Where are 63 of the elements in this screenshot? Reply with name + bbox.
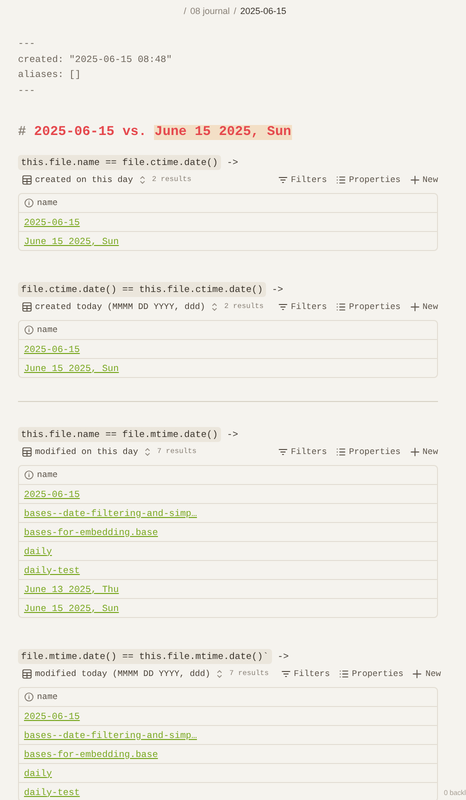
arrow-text: -> bbox=[226, 428, 238, 440]
info-icon bbox=[24, 692, 34, 702]
plus-icon bbox=[410, 175, 420, 185]
view-selector[interactable]: created on this day bbox=[35, 175, 133, 185]
breadcrumb-item[interactable]: 08 journal bbox=[190, 6, 230, 16]
view-selector[interactable]: created today (MMMM DD YYYY, ddd) bbox=[35, 302, 206, 312]
list-icon bbox=[338, 669, 349, 679]
column-header[interactable]: name bbox=[19, 466, 437, 484]
inline-code: this.file.name == file.ctime.date() bbox=[18, 154, 221, 170]
view-selector[interactable]: modified today (MMMM DD YYYY, ddd) bbox=[35, 669, 210, 679]
heading-text: 2025-06-15 vs. bbox=[34, 124, 147, 140]
list-icon bbox=[336, 175, 346, 185]
arrow-text: -> bbox=[272, 284, 284, 294]
chevron-up-down-icon[interactable] bbox=[216, 669, 224, 679]
chevron-up-down-icon[interactable] bbox=[144, 447, 152, 457]
new-button[interactable]: New bbox=[410, 447, 438, 457]
info-icon bbox=[24, 325, 34, 335]
chevron-up-down-icon[interactable] bbox=[211, 302, 218, 312]
frontmatter-line: --- bbox=[18, 84, 36, 98]
frontmatter-line: aliases: [] bbox=[18, 68, 82, 82]
filters-button[interactable]: Filters bbox=[278, 447, 327, 457]
list-icon bbox=[336, 302, 346, 312]
breadcrumb-item[interactable]: 2025-06-15 bbox=[240, 6, 286, 16]
info-icon bbox=[24, 470, 34, 480]
table-icon bbox=[22, 669, 32, 679]
highlighted-heading-text: June 15 2025, Sun bbox=[154, 124, 292, 140]
filter-icon bbox=[280, 669, 291, 679]
column-header[interactable]: name bbox=[19, 194, 437, 212]
arrow-text: -> bbox=[278, 650, 289, 662]
inline-code: file.mtime.date() == this.file.mtime.date()` bbox=[18, 648, 272, 664]
frontmatter-line: --- bbox=[18, 37, 36, 51]
filters-button[interactable]: Filters bbox=[278, 175, 327, 185]
info-icon bbox=[24, 198, 34, 208]
column-header[interactable]: name bbox=[19, 321, 437, 339]
properties-button[interactable]: Properties bbox=[336, 302, 401, 312]
filters-button[interactable]: Filters bbox=[280, 669, 330, 679]
new-button[interactable]: New bbox=[410, 175, 438, 185]
plus-icon bbox=[410, 447, 420, 457]
filters-button[interactable]: Filters bbox=[278, 302, 327, 312]
properties-button[interactable]: Properties bbox=[338, 669, 404, 679]
table-icon bbox=[22, 302, 32, 312]
table-icon bbox=[22, 447, 32, 457]
inline-code: this.file.name == file.mtime.date() bbox=[18, 426, 221, 442]
chevron-up-down-icon[interactable] bbox=[139, 175, 146, 185]
filter-icon bbox=[278, 175, 288, 185]
new-button[interactable]: New bbox=[412, 669, 441, 679]
breadcrumb-separator: / bbox=[234, 6, 236, 16]
arrow-text: -> bbox=[226, 156, 238, 168]
inline-code: file.ctime.date() == this.file.ctime.date() bbox=[18, 282, 266, 296]
plus-icon bbox=[410, 302, 420, 312]
frontmatter-line: created: "2025-06-15 08:48" bbox=[18, 52, 173, 66]
list-icon bbox=[336, 447, 346, 457]
plus-icon bbox=[412, 669, 422, 679]
column-header[interactable]: name bbox=[19, 688, 437, 706]
new-button[interactable]: New bbox=[410, 302, 438, 312]
filter-icon bbox=[278, 302, 288, 312]
properties-button[interactable]: Properties bbox=[336, 175, 401, 185]
view-selector[interactable]: modified on this day bbox=[35, 447, 138, 457]
filter-icon bbox=[278, 447, 288, 457]
heading-marker: # bbox=[18, 124, 26, 140]
breadcrumb-separator: / bbox=[184, 6, 186, 16]
table-icon bbox=[22, 175, 32, 185]
properties-button[interactable]: Properties bbox=[336, 447, 401, 457]
